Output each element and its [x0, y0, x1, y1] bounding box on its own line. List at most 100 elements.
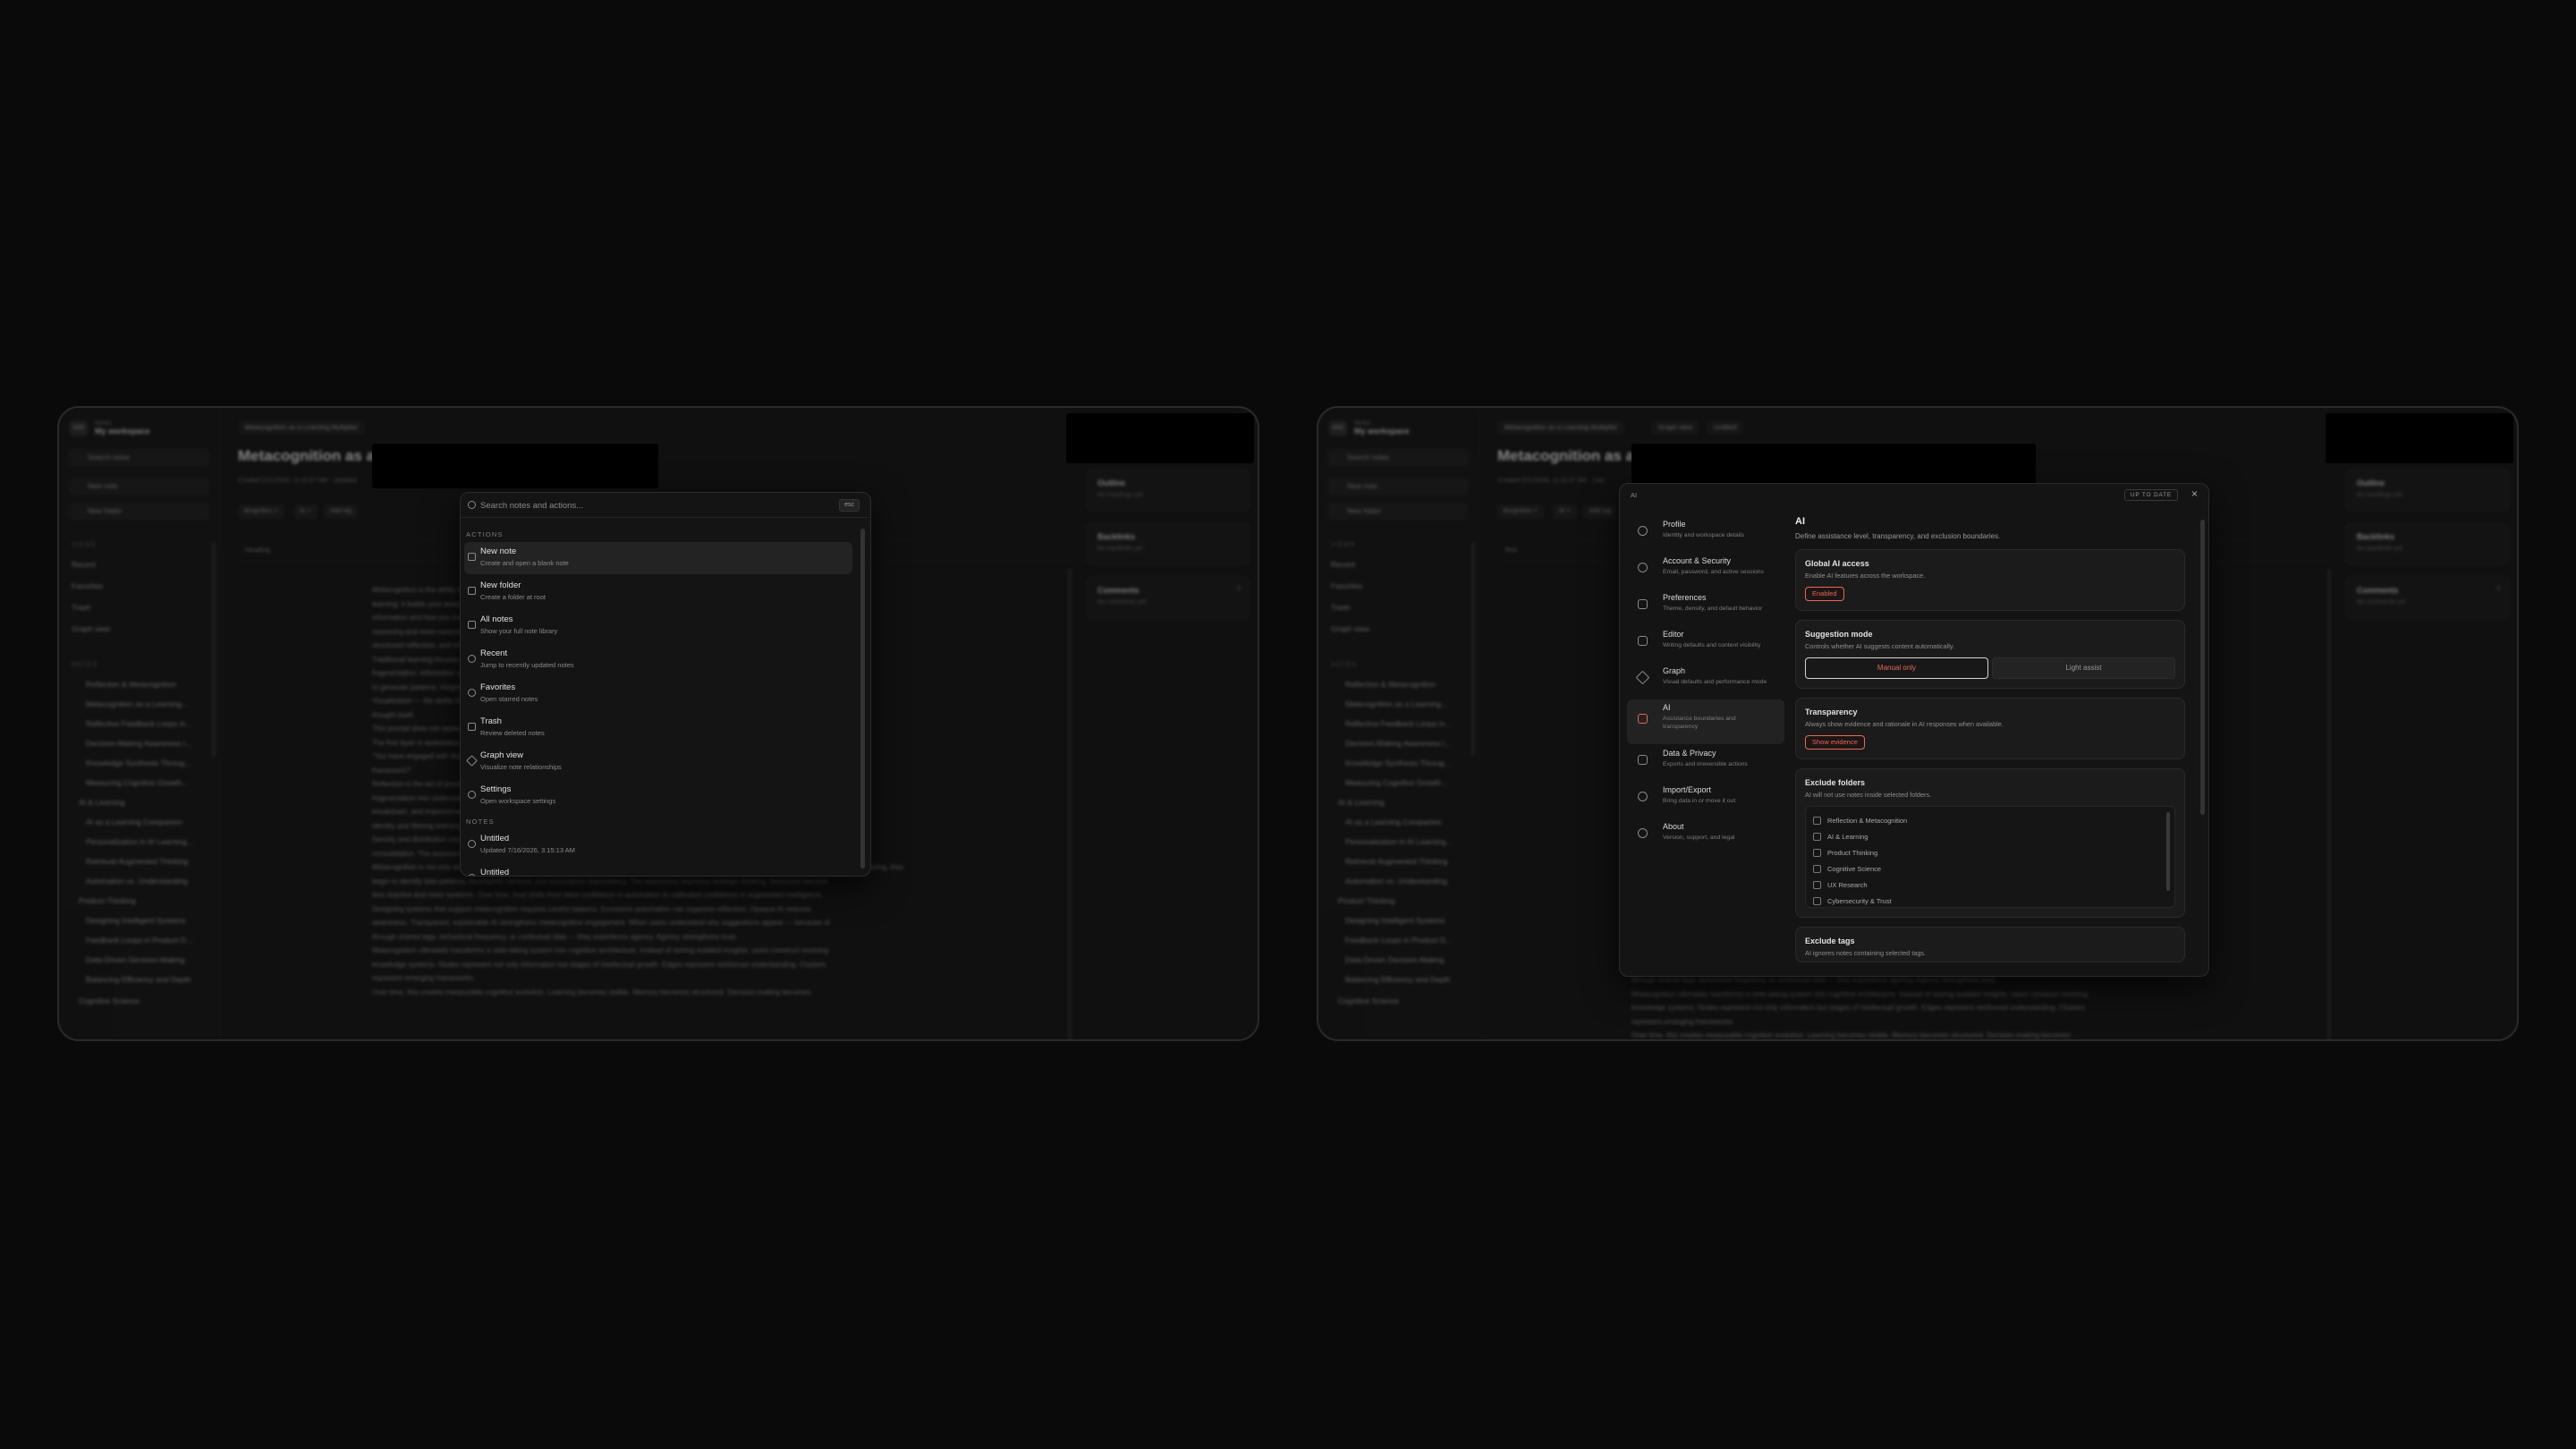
palette-item-new-folder[interactable]: New folder Create a folder at root [464, 576, 852, 608]
tag-chip[interactable]: AI × [1553, 504, 1577, 519]
tree-item[interactable]: Decision-Making Awareness i… [86, 739, 192, 748]
tree-item[interactable]: Designing Intelligent Systems [86, 916, 186, 925]
tree-item[interactable]: AI as a Learning Companion [1345, 818, 1442, 826]
workspace-switcher[interactable]: MW Notes My workspace [1329, 420, 1410, 436]
tab-note[interactable]: Metacognition as a Learning Multiplier [238, 420, 366, 435]
workspace-switcher[interactable]: MW Notes My workspace [70, 420, 150, 436]
settings-nav-preferences[interactable]: Preferences Theme, density, and default … [1627, 589, 1784, 625]
tree-item[interactable]: Knowledge Synthesis Throug… [86, 758, 192, 767]
palette-item-new-note[interactable]: New note Create and open a blank note [464, 542, 852, 574]
manual-only-option[interactable]: Manual only [1805, 657, 1988, 679]
outline-card[interactable]: Outline No headings yet [1086, 469, 1250, 512]
tree-folder[interactable]: Product Thinking [79, 896, 136, 905]
palette-item-all-notes[interactable]: All notes Show your full note library [464, 610, 852, 642]
close-icon[interactable]: × [2191, 487, 2198, 500]
folder-list-scrollbar[interactable] [2166, 812, 2170, 891]
tree-item[interactable]: Reflective Feedback Loops in… [86, 719, 193, 728]
tree-item[interactable]: Reflective Feedback Loops in… [1345, 719, 1453, 728]
palette-search-input[interactable] [480, 498, 820, 513]
folder-checkbox-row[interactable]: UX Research [1813, 877, 2167, 893]
esc-shortcut-badge[interactable]: esc [839, 499, 860, 512]
checkbox[interactable] [1813, 848, 1821, 857]
tree-item[interactable]: Retrieval-Augmented Thinking [86, 857, 188, 866]
palette-item-favorites[interactable]: Favorites Open starred notes [464, 678, 852, 710]
tree-item[interactable]: Metacognition as a Learning… [1345, 699, 1448, 708]
tree-item[interactable]: Feedback Loops in Product D… [1345, 936, 1453, 945]
tree-item[interactable]: Data-Driven Decision-Making [86, 955, 185, 964]
settings-nav-data-privacy[interactable]: Data & Privacy Exports and irreversible … [1627, 745, 1784, 781]
settings-nav-account-security[interactable]: Account & Security Email, password, and … [1627, 553, 1784, 589]
palette-item-graph-view[interactable]: Graph view Visualize note relationships [464, 746, 852, 778]
sidebar-scrollbar[interactable] [212, 542, 216, 757]
tree-item[interactable]: AI as a Learning Companion [86, 818, 182, 826]
editor-scrollbar[interactable] [1068, 569, 1072, 1039]
settings-nav-graph[interactable]: Graph Visual defaults and performance mo… [1627, 663, 1784, 699]
settings-nav-profile[interactable]: Profile Identity and workspace details [1627, 516, 1784, 552]
folder-checkbox-row[interactable]: Product Thinking [1813, 844, 2167, 860]
checkbox[interactable] [1813, 816, 1821, 825]
show-evidence-button[interactable]: Show evidence [1805, 735, 1865, 750]
tree-item[interactable]: Designing Intelligent Systems [1345, 916, 1445, 925]
tree-item[interactable]: Balancing Efficiency and Depth [86, 975, 191, 984]
tree-folder[interactable]: AI & Learning [1338, 798, 1385, 807]
note-body[interactable]: through shared tags, behavioral frequenc… [1631, 973, 2168, 1039]
style-select[interactable]: Text [1504, 546, 1517, 554]
checkbox[interactable] [1813, 896, 1821, 905]
tree-item[interactable]: Measuring Cognitive Growth… [86, 778, 190, 787]
tree-item[interactable]: Personalization in AI Learning… [86, 837, 194, 846]
sidebar-item-favorites[interactable]: Favorites [1331, 581, 1362, 590]
outline-card[interactable]: Outline No headings yet [2345, 469, 2510, 512]
tree-item[interactable]: Automation vs. Understanding [1345, 877, 1447, 886]
palette-item-settings[interactable]: Settings Open workspace settings [464, 780, 852, 812]
sidebar-item-graph-view[interactable]: Graph view [1331, 624, 1369, 633]
tree-folder[interactable]: Reflection & Metacognition [1345, 680, 1436, 689]
palette-note-item[interactable]: Untitled [464, 863, 852, 876]
editor-scrollbar[interactable] [2327, 569, 2331, 1039]
tree-item[interactable]: Balancing Efficiency and Depth [1345, 975, 1451, 984]
light-assist-option[interactable]: Light assist [1992, 657, 2175, 679]
sidebar-item-graph-view[interactable]: Graph view [72, 624, 110, 633]
tab-note[interactable]: Metacognition as a Learning Multiplier [1497, 420, 1625, 435]
tree-folder[interactable]: Cognitive Science [79, 996, 140, 1005]
sidebar-item-recent[interactable]: Recent [1331, 560, 1355, 569]
tree-item[interactable]: Metacognition as a Learning… [86, 699, 189, 708]
folder-checkbox-row[interactable]: Cybersecurity & Trust [1813, 893, 2167, 909]
palette-note-item[interactable]: Untitled Updated 7/16/2026, 3:15:13 AM [464, 829, 852, 861]
tree-item[interactable]: Feedback Loops in Product D… [86, 936, 193, 945]
new-folder-button[interactable]: New folder [1327, 503, 1469, 521]
tag-chip[interactable]: Brognition × [1497, 504, 1544, 519]
add-tag-button[interactable]: Add tag [1583, 504, 1618, 519]
tree-item[interactable]: Personalization in AI Learning… [1345, 837, 1453, 846]
tree-item[interactable]: Data-Driven Decision-Making [1345, 955, 1445, 964]
tag-chip[interactable]: AI × [293, 504, 318, 519]
tree-item[interactable]: Knowledge Synthesis Throug… [1345, 758, 1452, 767]
checkbox[interactable] [1813, 864, 1821, 873]
sidebar-item-recent[interactable]: Recent [72, 560, 96, 569]
style-select[interactable]: Heading [245, 546, 270, 554]
tab-graph-view[interactable]: Graph view [1651, 420, 1699, 435]
new-note-button[interactable]: New note [1327, 478, 1469, 496]
new-note-button[interactable]: New note [68, 478, 209, 496]
search-input[interactable]: Search notes [1327, 449, 1469, 467]
tree-folder[interactable]: Product Thinking [1338, 896, 1395, 905]
sidebar-item-trash[interactable]: Trash [1331, 603, 1350, 612]
settings-nav-import-export[interactable]: Import/Export Bring data in or move it o… [1627, 782, 1784, 818]
tree-item[interactable]: Automation vs. Understanding [86, 877, 188, 886]
tree-folder[interactable]: Cognitive Science [1338, 996, 1399, 1005]
palette-scrollbar[interactable] [860, 529, 865, 869]
comments-card[interactable]: Comments No comments yet 0 [1086, 576, 1250, 619]
settings-nav-editor[interactable]: Editor Writing defaults and content visi… [1627, 626, 1784, 662]
palette-item-recent[interactable]: Recent Jump to recently updated notes [464, 644, 852, 676]
settings-nav-ai[interactable]: AI Assistance boundaries and transparenc… [1627, 699, 1784, 744]
tab-untitled[interactable]: Untitled [1707, 420, 1744, 435]
tree-folder[interactable]: AI & Learning [79, 798, 125, 807]
add-tag-button[interactable]: Add tag [324, 504, 359, 519]
tree-item[interactable]: Decision-Making Awareness i… [1345, 739, 1452, 748]
backlinks-card[interactable]: Backlinks No backlinks yet [1086, 522, 1250, 565]
tree-item[interactable]: Reflection & Metacognition [86, 680, 176, 689]
new-folder-button[interactable]: New folder [68, 503, 209, 521]
folder-checkbox-row[interactable]: AI & Learning [1813, 828, 2167, 844]
folder-checkbox-row[interactable]: Reflection & Metacognition [1813, 812, 2167, 828]
settings-nav-about[interactable]: About Version, support, and legal [1627, 818, 1784, 854]
checkbox[interactable] [1813, 832, 1821, 841]
